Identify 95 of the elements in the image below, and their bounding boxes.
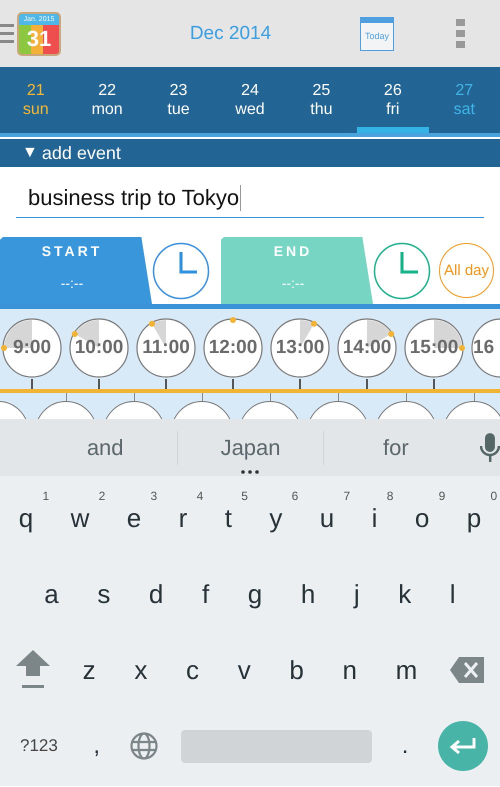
key[interactable]: s: [91, 577, 116, 611]
key[interactable]: p: [460, 501, 488, 535]
key[interactable]: q: [12, 501, 40, 535]
day-tab[interactable]: 25 thu: [286, 67, 358, 133]
hour-label: 9:00: [12, 337, 52, 359]
key[interactable]: n: [336, 653, 363, 687]
clock-face[interactable]: [403, 317, 465, 379]
key-hint: 5: [241, 489, 248, 503]
key[interactable]: g: [242, 577, 268, 611]
day-number: 21: [26, 81, 45, 100]
key[interactable]: a: [38, 577, 65, 611]
clock-face[interactable]: [269, 317, 331, 379]
weekday-label: fri: [386, 100, 400, 119]
key[interactable]: v: [232, 653, 257, 687]
day-tab[interactable]: 22 mon: [71, 67, 143, 133]
shift-icon[interactable]: [16, 650, 50, 690]
key[interactable]: w: [64, 501, 96, 535]
weekday-label: sat: [454, 100, 475, 119]
start-time: --:--: [60, 275, 84, 291]
expand-arrow-icon: ▼: [22, 144, 38, 162]
day-tab[interactable]: 23 tue: [142, 67, 214, 133]
globe-icon[interactable]: [130, 732, 158, 760]
day-number: 23: [170, 81, 188, 100]
menu-icon[interactable]: [0, 22, 14, 46]
key-hint: 3: [150, 489, 158, 503]
suggestion[interactable]: for: [322, 430, 468, 464]
key[interactable]: e: [120, 501, 148, 535]
event-title-field[interactable]: business trip to Tokyo: [16, 185, 484, 218]
comma-key[interactable]: ,: [87, 729, 106, 763]
hour-label: 13:00: [276, 337, 324, 359]
key[interactable]: b: [283, 653, 310, 687]
key[interactable]: u: [314, 501, 340, 535]
key[interactable]: m: [390, 653, 424, 687]
key-hint: 8: [386, 489, 394, 503]
app-icon-day: 31: [26, 24, 52, 52]
period-key[interactable]: .: [396, 729, 414, 763]
key[interactable]: f: [196, 577, 216, 611]
clock-face[interactable]: [1, 317, 63, 379]
day-number: 24: [241, 81, 259, 100]
more-suggestions-icon[interactable]: [241, 470, 259, 474]
key[interactable]: z: [76, 653, 102, 687]
microphone-icon[interactable]: [480, 432, 500, 462]
hour-label: 15:00: [410, 337, 458, 359]
day-tab[interactable]: 24 wed: [214, 67, 286, 133]
key[interactable]: d: [142, 577, 170, 611]
symbols-key[interactable]: ?123: [14, 729, 64, 763]
end-time: --:--: [282, 275, 304, 291]
weekday-label: sun: [22, 100, 49, 119]
clock-face[interactable]: [135, 317, 197, 379]
key-hint: 0: [490, 489, 498, 503]
day-number: 27: [455, 81, 474, 100]
key[interactable]: c: [180, 653, 206, 687]
key-hint: 2: [98, 489, 106, 503]
hour-label: 10:00: [74, 337, 124, 359]
clock-icon[interactable]: [373, 242, 431, 300]
weekday-label: tue: [167, 100, 190, 119]
key-hint: 1: [42, 489, 50, 503]
key-hint: 9: [438, 489, 446, 503]
clock-face[interactable]: [202, 317, 264, 379]
hour-label: 11:00: [142, 337, 190, 359]
key[interactable]: l: [444, 577, 462, 611]
clock-icon[interactable]: [152, 242, 210, 300]
key[interactable]: y: [263, 501, 288, 535]
key[interactable]: t: [218, 501, 238, 535]
key[interactable]: h: [294, 577, 322, 611]
key[interactable]: o: [408, 501, 436, 535]
clock-face[interactable]: [336, 317, 398, 379]
suggestion[interactable]: and: [33, 430, 178, 464]
hour-label: 12:00: [208, 337, 258, 359]
start-label: START: [42, 243, 102, 259]
end-label: END: [274, 243, 312, 259]
suggestion[interactable]: Japan: [177, 430, 323, 464]
key[interactable]: r: [172, 501, 194, 535]
key[interactable]: k: [392, 577, 418, 611]
backspace-icon[interactable]: [450, 657, 484, 683]
key[interactable]: x: [128, 653, 154, 687]
overflow-menu-icon[interactable]: [456, 19, 465, 48]
hour-label: 14:00: [342, 337, 392, 359]
day-number: 22: [98, 81, 116, 100]
clock-face[interactable]: [68, 317, 130, 379]
key[interactable]: i: [366, 501, 384, 535]
day-tab[interactable]: 26 fri: [357, 67, 429, 133]
key-hint: 4: [196, 489, 204, 503]
weekday-label: mon: [92, 100, 123, 119]
enter-arrow-icon: [448, 737, 477, 755]
key-hint: 7: [344, 489, 350, 503]
add-event-bar[interactable]: ▼ add event: [0, 139, 500, 167]
weekday-label: wed: [235, 100, 265, 119]
add-event-label: add event: [42, 142, 121, 164]
key-hint: 6: [292, 489, 298, 503]
hour-label: 16: [473, 337, 494, 359]
day-number: 26: [384, 81, 402, 100]
weekday-label: thu: [310, 100, 333, 119]
day-number: 25: [312, 81, 330, 100]
key[interactable]: j: [348, 577, 366, 611]
